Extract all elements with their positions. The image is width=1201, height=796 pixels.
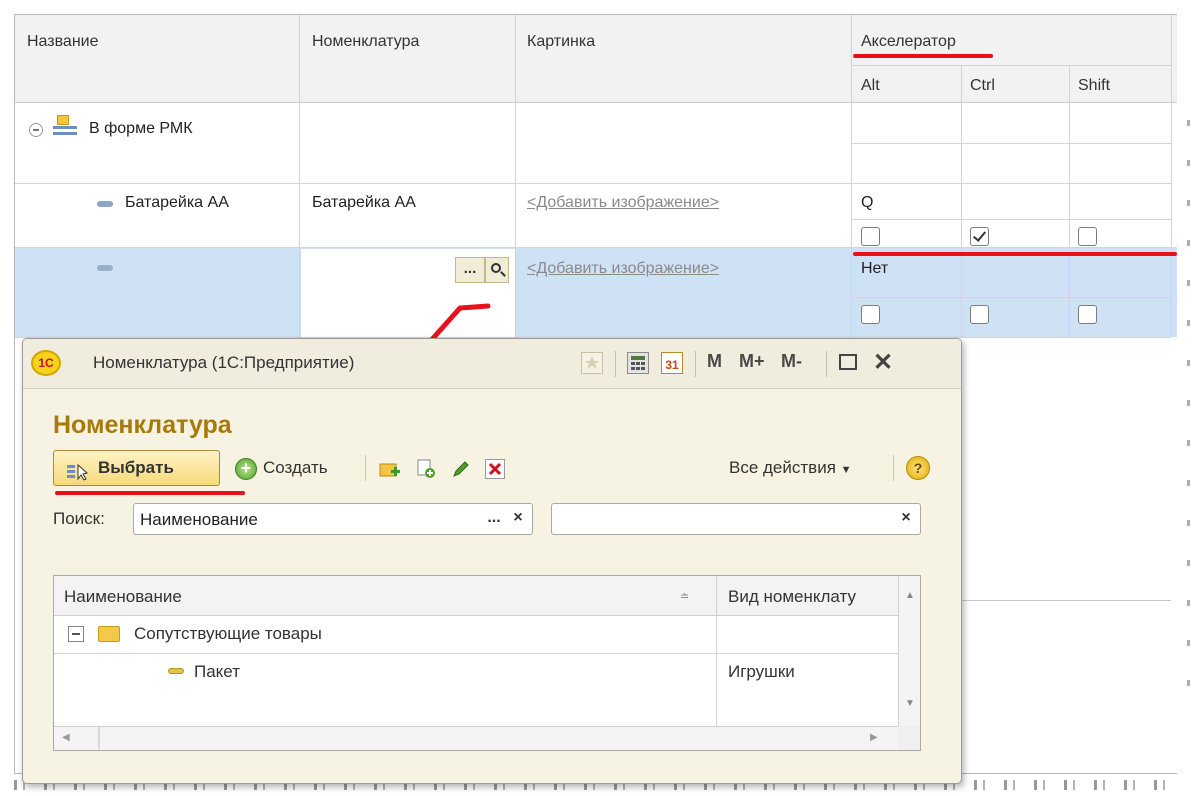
add-image-link[interactable]: <Добавить изображение>	[527, 259, 719, 278]
column-header-accelerator[interactable]: Акселератор	[861, 33, 956, 51]
scroll-down-icon[interactable]: ▼	[905, 698, 915, 709]
search-field-clear-button[interactable]: ×	[506, 506, 530, 532]
horizontal-scrollbar[interactable]: ◀ ▶	[54, 726, 898, 750]
choose-button[interactable]: ...	[455, 257, 485, 283]
app-logo-icon: 1С	[31, 350, 61, 376]
vertical-scrollbar[interactable]: ▲ ▼	[898, 576, 920, 726]
create-button[interactable]: Создать	[263, 450, 328, 486]
add-image-link[interactable]: <Добавить изображение>	[527, 193, 719, 212]
scroll-up-icon[interactable]: ▲	[905, 590, 915, 601]
search-label: Поиск:	[53, 509, 105, 528]
help-icon[interactable]: ?	[906, 456, 930, 480]
column-header-shift[interactable]: Shift	[1078, 77, 1110, 95]
search-icon[interactable]	[485, 257, 509, 283]
shift-checkbox[interactable]	[1078, 305, 1097, 324]
list-header: Наименование ≐ Вид номенклату	[54, 576, 920, 616]
create-folder-icon[interactable]	[379, 459, 400, 479]
nomenclature-window: 1С Номенклатура (1С:Предприятие) 31 M M+…	[22, 338, 962, 784]
item-icon	[168, 668, 184, 674]
chevron-down-icon: ▼	[840, 464, 852, 476]
all-actions-menu[interactable]: Все действия ▼	[729, 450, 852, 486]
accelerator-key[interactable]: Q	[861, 193, 873, 212]
folder-icon	[98, 626, 120, 642]
search-field-value: Наименование	[140, 510, 258, 529]
shift-checkbox[interactable]	[1078, 227, 1097, 246]
search-clear-button[interactable]: ×	[894, 506, 918, 532]
edit-icon[interactable]	[451, 459, 471, 479]
select-underline-mark	[55, 491, 245, 495]
column-header-ctrl[interactable]: Ctrl	[970, 77, 995, 95]
search-field-select[interactable]: Наименование ... ×	[133, 503, 533, 535]
scroll-left-icon[interactable]: ◀	[62, 732, 70, 743]
scroll-right-icon[interactable]: ▶	[870, 732, 878, 743]
row-name: В форме РМК	[89, 120, 193, 137]
item-icon	[97, 201, 113, 207]
page-title: Номенклатура	[53, 411, 232, 439]
sort-icon[interactable]: ≐	[680, 590, 689, 603]
column-header-picture[interactable]: Картинка	[527, 33, 595, 51]
select-button-label: Выбрать	[98, 458, 174, 477]
maximize-icon[interactable]	[839, 354, 857, 370]
memory-plus-button[interactable]: M+	[739, 351, 765, 372]
delete-icon[interactable]	[485, 459, 505, 479]
ctrl-checkbox[interactable]	[970, 305, 989, 324]
add-icon[interactable]: +	[235, 458, 257, 480]
copy-icon[interactable]	[415, 459, 435, 479]
row-nomenclature[interactable]: Батарейка АА	[312, 193, 416, 212]
select-button[interactable]: Выбрать	[53, 450, 220, 486]
memory-m-button[interactable]: M	[707, 351, 722, 372]
list-item-name: Пакет	[194, 662, 240, 681]
collapse-icon[interactable]	[68, 626, 84, 642]
column-header-name[interactable]: Наименование	[64, 587, 182, 607]
accelerator-underline-mark	[853, 54, 993, 58]
column-header-kind[interactable]: Вид номенклату	[728, 587, 856, 607]
accelerator-key[interactable]: Нет	[861, 259, 888, 278]
alt-checkbox[interactable]	[861, 305, 880, 324]
item-icon	[97, 265, 113, 271]
collapse-icon[interactable]	[29, 123, 43, 137]
row-name: Батарейка АА	[125, 194, 229, 211]
calendar-icon[interactable]: 31	[661, 352, 683, 374]
window-titlebar[interactable]: 1С Номенклатура (1С:Предприятие) 31 M M+…	[23, 339, 961, 389]
table-header: Название Номенклатура Картинка Акселерат…	[15, 15, 1187, 103]
checkbox-underline-mark	[853, 252, 1177, 256]
group-icon	[53, 115, 79, 137]
search-field-choose-button[interactable]: ...	[482, 506, 506, 532]
all-actions-label: Все действия	[729, 458, 836, 477]
memory-minus-button[interactable]: M-	[781, 351, 802, 372]
list-item-kind: Игрушки	[728, 662, 795, 681]
nomenclature-list: Наименование ≐ Вид номенклату Сопутствую…	[53, 575, 921, 751]
search-input[interactable]: ×	[551, 503, 921, 535]
right-edge	[1177, 0, 1201, 796]
list-item-name: Сопутствующие товары	[134, 624, 322, 643]
star-icon[interactable]	[581, 352, 603, 374]
alt-checkbox[interactable]	[861, 227, 880, 246]
calculator-icon[interactable]	[627, 352, 649, 374]
ctrl-checkbox[interactable]	[970, 227, 989, 246]
column-header-nomenclature[interactable]: Номенклатура	[312, 33, 419, 51]
column-header-name[interactable]: Название	[27, 33, 99, 51]
window-title: Номенклатура (1С:Предприятие)	[93, 353, 355, 372]
close-icon[interactable]: ✕	[873, 348, 893, 377]
select-icon	[66, 459, 90, 481]
column-header-alt[interactable]: Alt	[861, 77, 880, 95]
